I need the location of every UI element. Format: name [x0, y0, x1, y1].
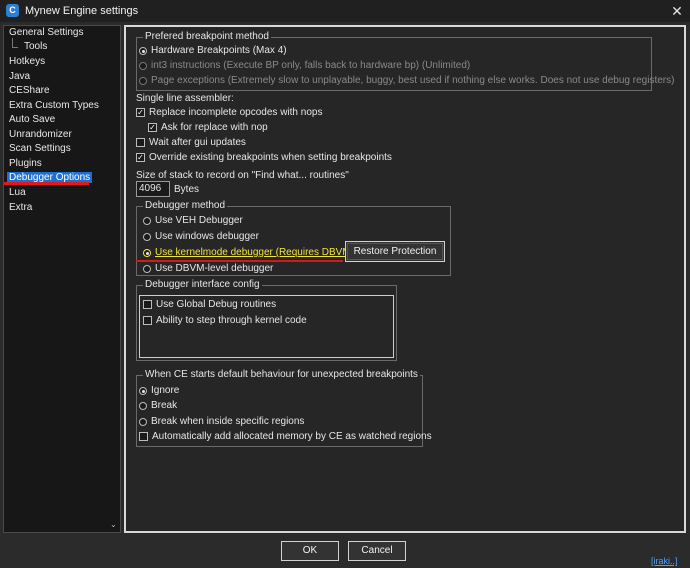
single-line-assembler-label: Single line assembler: [136, 93, 234, 104]
checkbox-indicator[interactable] [139, 432, 148, 441]
radio-indicator[interactable] [139, 61, 147, 70]
radio-label: Break when inside specific regions [151, 416, 305, 427]
override-breakpoints-checkbox[interactable]: ✓ Override existing breakpoints when set… [136, 152, 392, 163]
radio-indicator[interactable] [143, 264, 151, 273]
checkbox-indicator[interactable]: ✓ [136, 153, 145, 162]
tree-connector [12, 38, 18, 48]
sidebar-item-tools[interactable]: Tools [24, 41, 47, 52]
radio-label: Hardware Breakpoints (Max 4) [151, 45, 287, 56]
radio-indicator[interactable] [139, 386, 147, 395]
stack-size-unit: Bytes [174, 184, 200, 195]
int3-instructions-radio[interactable]: int3 instructions (Execute BP only, fall… [139, 60, 470, 71]
sidebar-item-extra[interactable]: Extra [9, 202, 32, 213]
auto-add-memory-checkbox[interactable]: Automatically add allocated memory by CE… [139, 431, 432, 442]
sidebar-item-plugins[interactable]: Plugins [9, 158, 42, 169]
kernelmode-debugger-radio[interactable]: Use kernelmode debugger (Requires DBVM) [143, 247, 354, 258]
debugger-interface-config-title: Debugger interface config [143, 279, 262, 290]
radio-indicator[interactable] [139, 46, 147, 55]
debugger-options-panel: Prefered breakpoint method Hardware Brea… [124, 25, 686, 533]
sidebar-item-scan-settings[interactable]: Scan Settings [9, 143, 71, 154]
sidebar-item-unrandomizer[interactable]: Unrandomizer [9, 129, 72, 140]
sidebar-item-lua[interactable]: Lua [9, 187, 26, 198]
status-link[interactable]: [iraki..] [651, 556, 678, 566]
radio-label: Ignore [151, 385, 180, 396]
radio-label: Page exceptions (Extremely slow to unpla… [151, 75, 675, 86]
radio-indicator[interactable] [143, 232, 151, 241]
sidebar-item-hotkeys[interactable]: Hotkeys [9, 56, 45, 67]
checkbox-label: Ability to step through kernel code [156, 315, 307, 326]
breakpoint-method-group: Prefered breakpoint method Hardware Brea… [136, 31, 674, 91]
veh-debugger-radio[interactable]: Use VEH Debugger [143, 215, 243, 226]
window-title: Mynew Engine settings [25, 5, 139, 17]
hardware-breakpoints-radio[interactable]: Hardware Breakpoints (Max 4) [139, 45, 287, 56]
radio-label: Use DBVM-level debugger [155, 263, 274, 274]
close-icon[interactable]: ✕ [668, 3, 686, 19]
radio-indicator[interactable] [143, 248, 151, 257]
selection-underline [4, 182, 89, 185]
checkbox-indicator[interactable] [143, 316, 152, 325]
debugger-method-title: Debugger method [143, 200, 228, 211]
radio-label: Use VEH Debugger [155, 215, 243, 226]
radio-indicator[interactable] [139, 417, 147, 426]
unexpected-breakpoints-title: When CE starts default behaviour for une… [143, 369, 420, 380]
radio-indicator[interactable] [139, 76, 147, 85]
page-exceptions-radio[interactable]: Page exceptions (Extremely slow to unpla… [139, 75, 674, 86]
checkbox-indicator[interactable] [143, 300, 152, 309]
ok-button[interactable]: OK [281, 541, 339, 561]
break-specific-regions-radio[interactable]: Break when inside specific regions [139, 416, 304, 427]
ask-replace-nop-checkbox[interactable]: ✓ Ask for replace with nop [148, 122, 268, 133]
checkbox-label: Replace incomplete opcodes with nops [149, 107, 323, 118]
checkbox-label: Wait after gui updates [149, 137, 246, 148]
sidebar-item-auto-save[interactable]: Auto Save [9, 114, 55, 125]
radio-label: Use windows debugger [155, 231, 259, 242]
restore-protection-button[interactable]: Restore Protection [345, 241, 445, 262]
radio-label: int3 instructions (Execute BP only, fall… [151, 60, 471, 71]
unexpected-breakpoints-group: When CE starts default behaviour for une… [136, 369, 432, 447]
stack-size-input[interactable]: 4096 [136, 181, 170, 197]
radio-label: Use kernelmode debugger (Requires DBVM) [155, 247, 354, 258]
ignore-radio[interactable]: Ignore [139, 385, 179, 396]
dbvm-level-debugger-radio[interactable]: Use DBVM-level debugger [143, 263, 273, 274]
replace-nops-checkbox[interactable]: ✓ Replace incomplete opcodes with nops [136, 107, 322, 118]
step-kernel-code-checkbox[interactable]: Ability to step through kernel code [143, 315, 307, 326]
break-radio[interactable]: Break [139, 400, 177, 411]
settings-sidebar[interactable]: General Settings Tools Hotkeys Java CESh… [3, 25, 121, 533]
button-label: Restore Protection [353, 246, 437, 257]
global-debug-routines-checkbox[interactable]: Use Global Debug routines [143, 299, 276, 310]
checkbox-label: Ask for replace with nop [161, 122, 268, 133]
radio-indicator[interactable] [143, 216, 151, 225]
sidebar-item-ceshare[interactable]: CEShare [9, 85, 50, 96]
app-icon: C [6, 4, 19, 17]
radio-label: Break [151, 400, 178, 411]
sidebar-item-general-settings[interactable]: General Settings [9, 27, 84, 38]
checkbox-label: Use Global Debug routines [156, 299, 277, 310]
cancel-button[interactable]: Cancel [348, 541, 406, 561]
scroll-down-icon[interactable]: ⌄ [110, 520, 117, 529]
wait-gui-updates-checkbox[interactable]: Wait after gui updates [136, 137, 246, 148]
breakpoint-method-title: Prefered breakpoint method [143, 31, 271, 42]
stack-size-label: Size of stack to record on "Find what...… [136, 170, 349, 181]
sidebar-item-java[interactable]: Java [9, 71, 30, 82]
annotation-underline [136, 260, 343, 262]
windows-debugger-radio[interactable]: Use windows debugger [143, 231, 259, 242]
debugger-interface-config-group: Debugger interface config Use Global Deb… [136, 279, 397, 361]
checkbox-label: Automatically add allocated memory by CE… [152, 431, 432, 442]
radio-indicator[interactable] [139, 401, 147, 410]
checkbox-indicator[interactable]: ✓ [148, 123, 157, 132]
checkbox-label: Override existing breakpoints when setti… [149, 152, 392, 163]
checkbox-indicator[interactable] [136, 138, 145, 147]
sidebar-item-extra-custom-types[interactable]: Extra Custom Types [9, 100, 99, 111]
checkbox-indicator[interactable]: ✓ [136, 108, 145, 117]
